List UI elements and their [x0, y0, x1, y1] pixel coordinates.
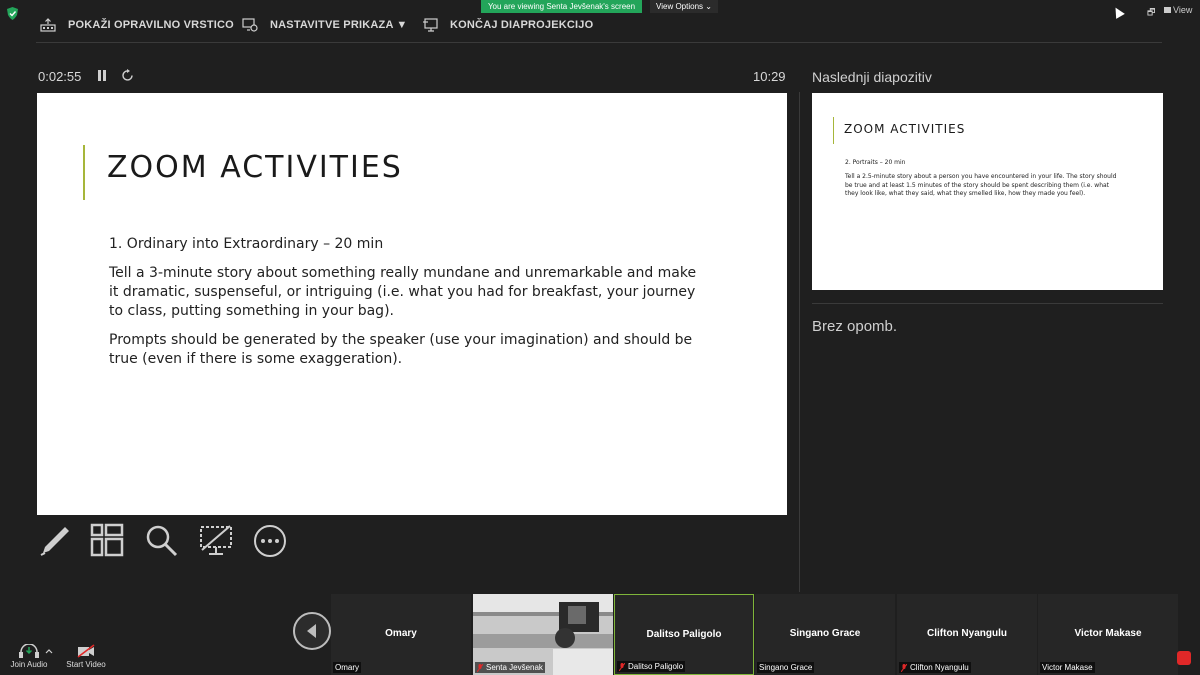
participant-name: Clifton Nyangulu [927, 628, 1007, 639]
participant-tile-active-speaker[interactable]: Dalitso Paligolo Dalitso Paligolo [614, 594, 754, 675]
view-options-button[interactable]: View Options ⌄ [650, 0, 718, 13]
next-slide-title: ZOOM ACTIVITIES [844, 122, 966, 136]
pause-icon[interactable] [97, 70, 107, 81]
next-slide-accent-bar [833, 117, 834, 144]
more-options-icon[interactable] [252, 523, 288, 559]
viewing-screen-banner: You are viewing Senta Jevšenak's screen [481, 0, 642, 13]
leave-button-partial[interactable] [1177, 651, 1191, 665]
end-slideshow-label: KONČAJ DIAPROJEKCIJO [450, 19, 594, 31]
elapsed-timer: 0:02:55 [38, 69, 82, 84]
notes-divider [812, 303, 1163, 304]
pen-icon[interactable] [37, 523, 73, 559]
display-settings-button[interactable]: NASTAVITVE PRIKAZA ▼ [242, 18, 408, 32]
participant-label: Dalitso Paligolo [617, 661, 686, 672]
participant-label: Victor Makase [1040, 662, 1095, 673]
current-time: 10:29 [753, 69, 786, 84]
slide-title: ZOOM ACTIVITIES [107, 150, 403, 185]
view-grid-icon [1164, 7, 1171, 13]
restore-window-icon[interactable]: 🗗 [1147, 5, 1155, 21]
see-all-slides-icon[interactable] [90, 523, 126, 559]
zoom-magnifier-icon[interactable] [144, 523, 180, 559]
participant-label: Singano Grace [757, 662, 815, 673]
next-slide-label: Naslednji diapozitiv [812, 69, 932, 85]
restart-timer-icon[interactable] [122, 69, 134, 82]
display-settings-label: NASTAVITVE PRIKAZA ▼ [270, 19, 408, 31]
toolbar-divider [36, 42, 1162, 43]
participant-name: Singano Grace [789, 628, 861, 639]
next-slide-body: Tell a 2.5-minute story about a person y… [845, 173, 1117, 197]
start-video-button[interactable]: Start Video [61, 644, 111, 669]
mic-muted-icon [619, 662, 625, 671]
chevron-up-icon[interactable] [45, 648, 53, 654]
shield-icon[interactable] [6, 7, 19, 20]
view-label: View [1173, 5, 1193, 15]
participant-tile[interactable]: Victor Makase Victor Makase [1038, 594, 1178, 675]
end-slideshow-button[interactable]: KONČAJ DIAPROJEKCIJO [422, 18, 593, 32]
slide-paragraph: Prompts should be generated by the speak… [109, 332, 693, 367]
show-taskbar-label: POKAŽI OPRAVILNO VRSTICO [68, 19, 234, 31]
show-taskbar-button[interactable]: POKAŽI OPRAVILNO VRSTICO [40, 18, 234, 32]
slide-heading: 1. Ordinary into Extraordinary – 20 min [109, 236, 384, 252]
participant-label: Omary [333, 662, 361, 673]
participant-tile[interactable]: Singano Grace Singano Grace [755, 594, 895, 675]
view-menu-button[interactable]: View [1164, 5, 1192, 15]
participant-tile[interactable]: Clifton Nyangulu Clifton Nyangulu [897, 594, 1037, 675]
mic-muted-icon [901, 663, 907, 672]
speaker-notes: Brez opomb. [812, 318, 898, 335]
mouse-cursor-icon [1111, 5, 1125, 19]
current-slide[interactable]: ZOOM ACTIVITIES 1. Ordinary into Extraor… [37, 93, 787, 515]
participant-video-tile[interactable]: Senta Jevšenak [473, 594, 613, 675]
join-audio-label: Join Audio [10, 660, 48, 669]
slide-paragraph: Tell a 3-minute story about something re… [109, 265, 697, 319]
participant-label: Clifton Nyangulu [899, 662, 971, 673]
video-off-icon [77, 644, 95, 658]
participant-name: Victor Makase [1074, 628, 1142, 639]
start-video-label: Start Video [66, 660, 106, 669]
display-settings-icon [242, 18, 258, 32]
previous-participants-button[interactable] [293, 612, 331, 650]
mic-muted-icon [477, 663, 483, 672]
slide-accent-bar [83, 145, 85, 200]
participant-name: Dalitso Paligolo [646, 629, 722, 640]
participant-name: Omary [385, 628, 417, 639]
slide-body: 1. Ordinary into Extraordinary – 20 min … [109, 235, 709, 379]
participant-label: Senta Jevšenak [475, 662, 545, 673]
panel-divider [799, 92, 800, 592]
taskbar-icon [40, 18, 56, 32]
headphones-icon [19, 644, 39, 658]
end-slideshow-icon [423, 18, 438, 32]
next-slide-subtitle: 2. Portraits – 20 min [845, 159, 906, 166]
next-slide-preview[interactable]: ZOOM ACTIVITIES 2. Portraits – 20 min Te… [812, 93, 1163, 290]
black-screen-icon[interactable] [198, 523, 234, 559]
participant-tile[interactable]: Omary Omary [331, 594, 471, 675]
